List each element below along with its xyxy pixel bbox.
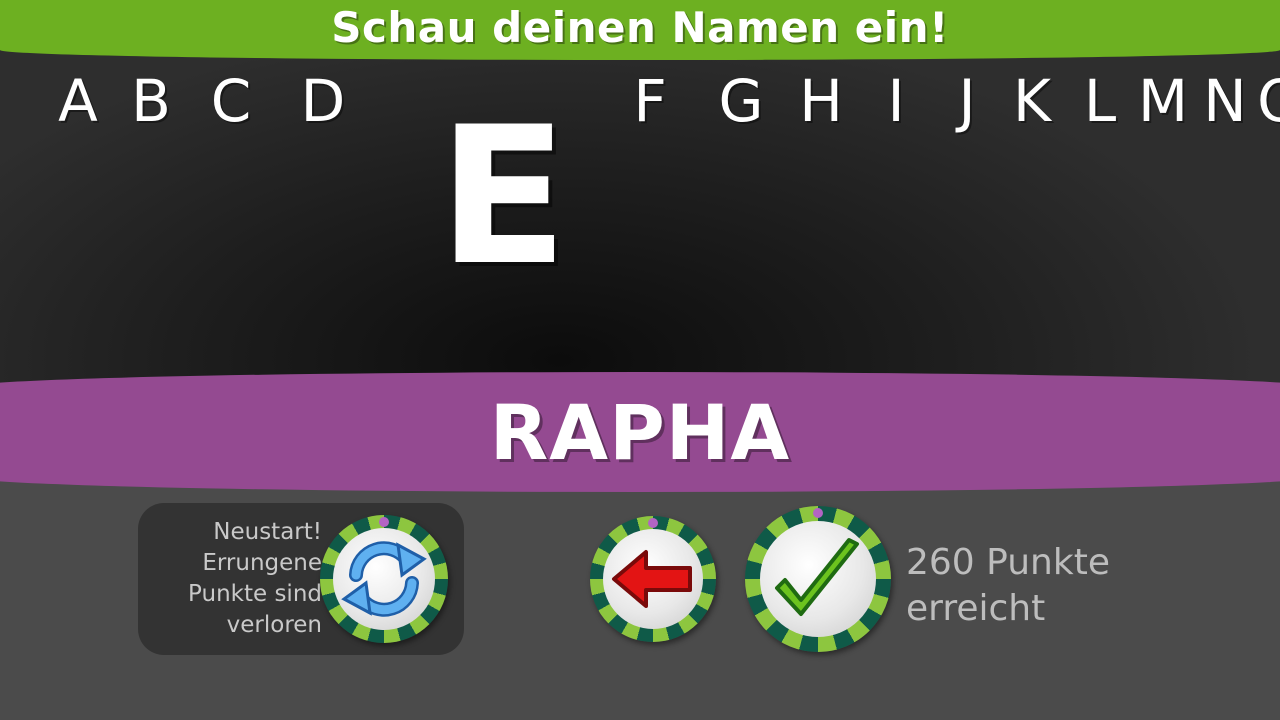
restart-label-line: Errungene [202,550,322,576]
letter-g[interactable]: G [706,66,776,136]
restart-label-line: Neustart! [213,519,322,545]
letter-c[interactable]: C [196,66,266,136]
name-banner: RAPHA [0,372,1280,492]
letter-m[interactable]: M [1128,66,1198,136]
letter-l[interactable]: L [1065,66,1135,136]
letter-picker-area [0,0,1280,400]
red-arrow-left-icon [612,550,692,608]
letter-h[interactable]: H [786,66,856,136]
score-caption: erreicht [906,588,1046,629]
entered-name: RAPHA [489,387,791,477]
letter-a[interactable]: A [43,66,113,136]
selected-letter-e[interactable]: E [428,92,578,302]
letter-i[interactable]: I [861,66,931,136]
letter-j[interactable]: J [932,66,1002,136]
header-bar: Schau deinen Namen ein! [0,0,1280,60]
restart-label: Neustart! Errungene Punkte sind verloren [150,517,322,641]
score-value: 260 Punkte [906,542,1110,583]
letter-d[interactable]: D [288,66,358,136]
letter-b[interactable]: B [116,66,186,136]
restart-panel: Neustart! Errungene Punkte sind verloren [138,503,464,655]
score-label: 260 Punkte erreicht [906,540,1166,632]
letter-f[interactable]: F [615,66,685,136]
back-button[interactable] [590,516,716,642]
confirm-button[interactable] [745,506,891,652]
letter-o[interactable]: O [1245,66,1280,136]
letter-k[interactable]: K [997,66,1067,136]
restart-label-line: verloren [226,612,322,638]
restart-label-line: Punkte sind [188,581,322,607]
refresh-icon [341,541,427,617]
page-title: Schau deinen Namen ein! [331,2,949,52]
restart-button[interactable] [320,515,448,643]
green-checkmark-icon [775,538,859,616]
